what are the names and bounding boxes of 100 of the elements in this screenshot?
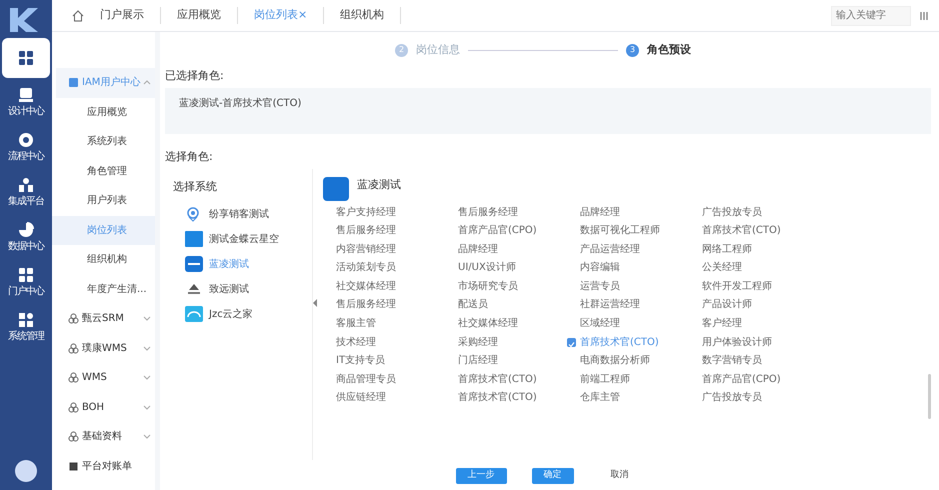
app-logo-icon [185, 256, 203, 272]
role-option[interactable]: 售后服务经理 [323, 298, 445, 312]
rail-item[interactable]: 流程中心 [2, 127, 50, 168]
role-option[interactable]: 网络工程师 [689, 242, 811, 256]
circles-icon [68, 372, 79, 384]
sidebar-group[interactable]: WMS [52, 363, 155, 392]
role-option[interactable]: 社群运营经理 [567, 298, 689, 312]
chevron-down-icon [143, 346, 151, 351]
action-button[interactable]: 上一步 [456, 468, 506, 484]
role-option[interactable]: 社交媒体经理 [323, 279, 445, 294]
role-option[interactable]: 产品运营经理 [567, 242, 689, 256]
role-option[interactable]: 数字营销专员 [689, 354, 811, 368]
role-option[interactable]: 首席产品官(CPO) [689, 372, 811, 386]
role-option[interactable]: 商品管理专员 [323, 372, 445, 386]
scrollbar[interactable] [928, 374, 931, 419]
role-option[interactable]: 客户支持经理 [323, 205, 445, 219]
role-option[interactable]: 客户经理 [689, 316, 811, 331]
sidebar-group[interactable]: IAM用户中心 [56, 68, 155, 98]
monitor-icon [17, 86, 35, 104]
role-option[interactable]: 软件开发工程师 [689, 279, 811, 294]
grid-icon [17, 266, 35, 284]
sidebar-group[interactable]: BOH [52, 392, 155, 422]
rail-item[interactable]: 系统管理 [2, 307, 50, 348]
people-icon [17, 176, 35, 194]
rail-item[interactable]: 门户中心 [2, 262, 50, 303]
role-option[interactable]: 配送员 [445, 298, 567, 312]
tab[interactable]: 应用概览 [161, 7, 238, 24]
role-option[interactable]: 门店经理 [445, 354, 567, 368]
checkbox[interactable] [567, 338, 576, 347]
sidebar-item[interactable]: 系统列表 [52, 127, 155, 156]
sidebar-group[interactable]: 璞康WMS [52, 334, 155, 363]
rail-item[interactable]: 数据中心 [2, 217, 50, 258]
section-label: 选择角色: [165, 148, 214, 164]
role-option[interactable]: 首席技术官(CTO) [689, 224, 811, 238]
role-option[interactable]: 售后服务经理 [323, 224, 445, 238]
tab[interactable]: 门户展示 [84, 7, 161, 24]
sidebar-item[interactable]: 应用概览 [52, 98, 155, 127]
role-option[interactable]: 运营专员 [567, 279, 689, 294]
role-option[interactable]: 活动策划专员 [323, 260, 445, 275]
role-option[interactable]: 内容编辑 [567, 260, 689, 275]
role-option[interactable]: 客服主管 [323, 316, 445, 331]
tab[interactable]: 岗位列表× [238, 7, 324, 24]
avatar-icon[interactable] [15, 460, 37, 482]
sidebar-item[interactable]: 年度产生清... [52, 274, 155, 304]
menu-icon [919, 10, 929, 20]
role-option[interactable]: UI/UX设计师 [445, 260, 567, 275]
sidebar-group[interactable]: 平台对账单 [52, 452, 155, 481]
system-item[interactable]: Jzc云之家 [173, 302, 259, 326]
collapse-arrow-icon [312, 297, 318, 309]
role-option[interactable]: 采购经理 [445, 335, 567, 350]
role-option[interactable]: 首席产品官(CPO) [445, 224, 567, 238]
sidebar-group[interactable]: 甄云SRM [52, 304, 155, 334]
rail-item[interactable] [2, 38, 50, 78]
role-option[interactable]: 仓库主管 [567, 390, 689, 405]
panel-title: 选择系统 [173, 179, 218, 195]
role-option[interactable]: 用户体验设计师 [689, 335, 811, 350]
role-option[interactable]: 市场研究专员 [445, 279, 567, 294]
role-option[interactable]: 内容营销经理 [323, 242, 445, 256]
search-field[interactable]: 输入关键字 [831, 6, 911, 26]
grid-icon [17, 49, 35, 67]
role-option[interactable]: 技术经理 [323, 335, 445, 350]
step-label: 角色预设 [647, 42, 691, 58]
role-option[interactable]: 品牌经理 [445, 242, 567, 256]
circles-icon [68, 402, 79, 413]
cloud-icon [185, 306, 203, 322]
action-button[interactable]: 取消 [598, 468, 640, 484]
role-option[interactable]: 首席技术官(CTO) [445, 390, 567, 405]
sidebar-item[interactable]: 组织机构 [52, 245, 155, 274]
system-item[interactable]: 测试金蝶云星空 [173, 226, 285, 252]
role-option[interactable]: 区域经理 [567, 316, 689, 331]
role-option[interactable]: IT支持专员 [323, 354, 445, 368]
rail-item[interactable]: 设计中心 [2, 82, 50, 123]
role-option[interactable]: 广告投放专员 [689, 390, 811, 405]
role-option[interactable]: 数据可视化工程师 [567, 224, 689, 238]
step-number: 2 [395, 44, 408, 56]
rail-item[interactable]: 集成平台 [2, 172, 50, 213]
role-option[interactable]: 品牌经理 [567, 205, 689, 219]
system-item[interactable]: 蓝凌测试 [173, 252, 255, 276]
section-label: 已选择角色: [165, 68, 225, 84]
role-option[interactable]: 前端工程师 [567, 372, 689, 386]
role-option[interactable]: 首席技术官(CTO) [567, 335, 689, 350]
role-option[interactable]: 电商数据分析师 [567, 354, 689, 368]
action-button[interactable]: 确定 [532, 468, 574, 484]
tab[interactable]: 组织机构 [324, 7, 402, 24]
sidebar-group[interactable]: 基础资料 [52, 422, 155, 452]
pie-chart-icon [17, 221, 35, 239]
sidebar-item[interactable]: 角色管理 [52, 156, 155, 186]
role-option[interactable]: 供应链经理 [323, 390, 445, 405]
sidebar-item[interactable]: 用户列表 [52, 186, 155, 216]
role-option[interactable]: 产品设计师 [689, 298, 811, 312]
role-option[interactable]: 广告投放专员 [689, 205, 811, 219]
system-item[interactable]: 致远测试 [173, 276, 255, 302]
role-option[interactable]: 首席技术官(CTO) [445, 372, 567, 386]
app-logo-icon [185, 231, 203, 247]
home-icon [72, 10, 84, 22]
sidebar-item[interactable]: 岗位列表 [52, 216, 155, 245]
role-option[interactable]: 售后服务经理 [445, 205, 567, 219]
role-option[interactable]: 公关经理 [689, 260, 811, 275]
system-item[interactable]: 纷享销客测试 [173, 202, 275, 226]
role-option[interactable]: 社交媒体经理 [445, 316, 567, 331]
